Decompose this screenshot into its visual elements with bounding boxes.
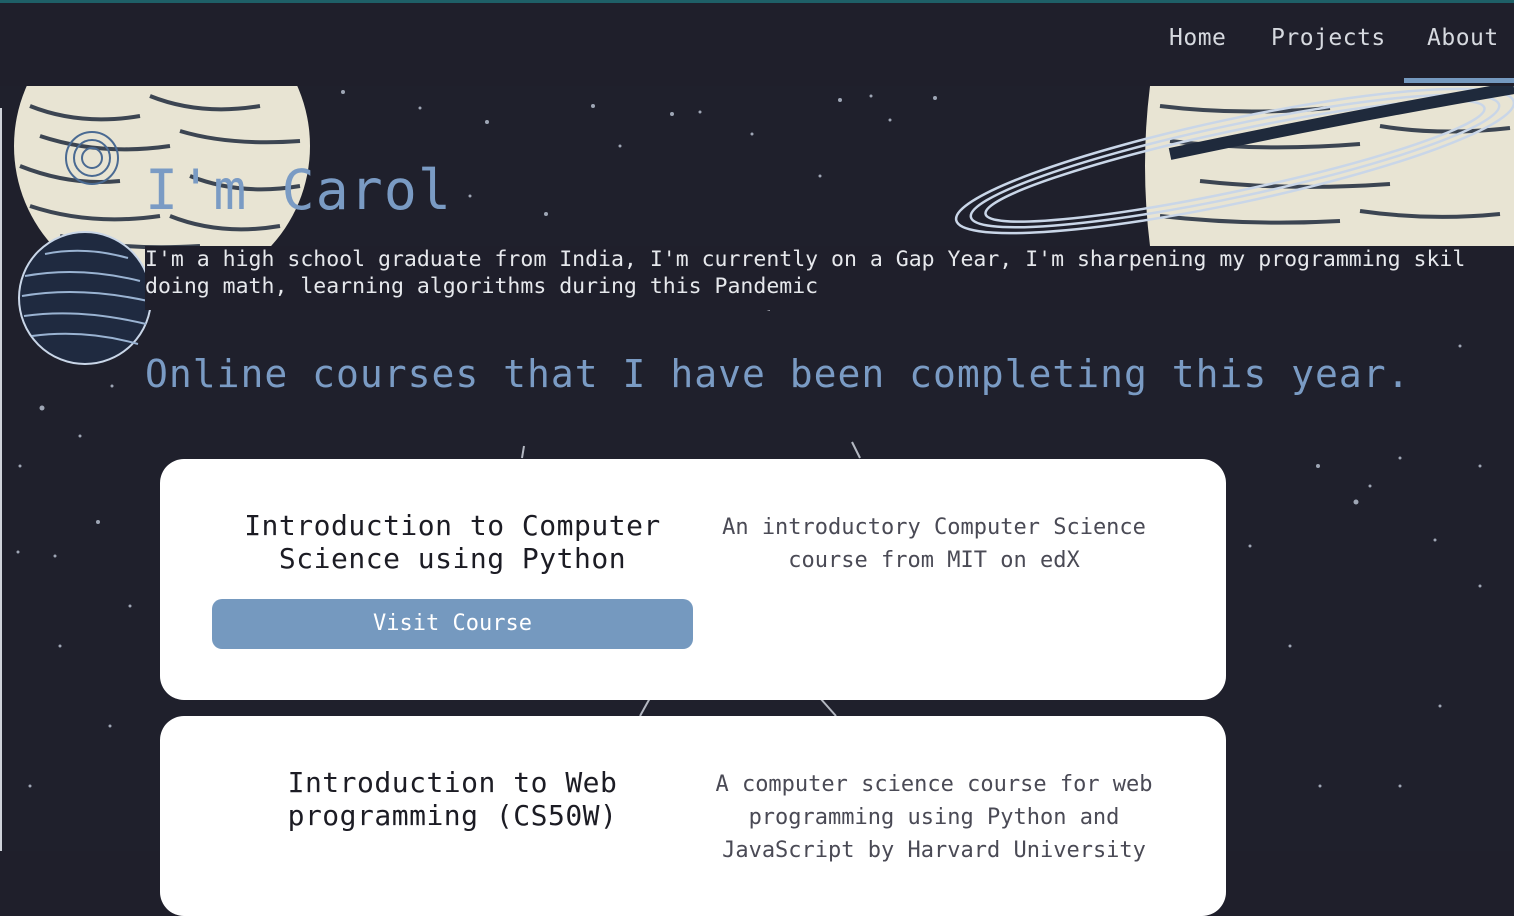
course-title-line: programming (CS50W) (287, 799, 618, 832)
ringed-planet-illustration (954, 86, 1514, 246)
course-description-line: course from MIT on edX (788, 548, 1080, 573)
course-title: Introduction to Web programming (CS50W) (210, 766, 695, 832)
top-navbar: Home Projects About (0, 3, 1514, 86)
course-title: Introduction to Computer Science using P… (210, 509, 695, 575)
left-edge-line (0, 108, 2, 851)
nav-projects-link[interactable]: Projects (1271, 25, 1386, 51)
course-description-line: programming using Python and (748, 805, 1120, 830)
striped-planet-illustration (18, 231, 152, 365)
hero-description-line-2: doing math, learning algorithms during t… (145, 274, 819, 299)
nav-about-link[interactable]: About (1427, 25, 1499, 51)
visit-course-button[interactable]: Visit Course (212, 599, 693, 649)
hero-description-line-1: I'm a high school graduate from India, I… (145, 247, 1466, 272)
course-title-line: Science using Python (278, 542, 627, 575)
hero-title: I'm Carol (145, 158, 453, 222)
course-title-line: Introduction to Web (287, 766, 618, 799)
course-card: Introduction to Computer Science using P… (160, 459, 1226, 700)
course-card: Introduction to Web programming (CS50W) … (160, 716, 1226, 916)
course-description-line: An introductory Computer Science (722, 515, 1146, 540)
course-description: A computer science course for web progra… (705, 768, 1163, 867)
hero-description: I'm a high school graduate from India, I… (145, 246, 1514, 310)
course-description-line: A computer science course for web (715, 772, 1153, 797)
course-description: An introductory Computer Science course … (705, 511, 1163, 577)
nav-home-link[interactable]: Home (1169, 25, 1226, 51)
nav-active-indicator (1404, 78, 1514, 83)
course-title-line: Introduction to Computer (244, 509, 661, 542)
courses-heading: Online courses that I have been completi… (145, 352, 1411, 396)
